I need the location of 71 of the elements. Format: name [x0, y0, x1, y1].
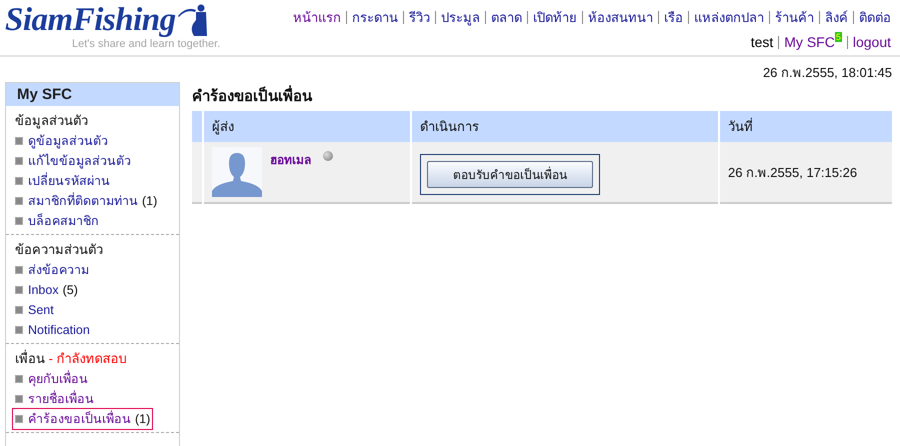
site-logo[interactable]: SiamFishing Let's share and learn together.: [5, 0, 220, 51]
nav-link[interactable]: แหล่งตกปลา: [688, 11, 764, 24]
item-count: (5): [62, 283, 78, 297]
sidebar-item[interactable]: เปลี่ยนรหัสผ่าน: [13, 171, 112, 191]
bullet-icon: [15, 217, 23, 225]
column-header: ดำเนินการ: [411, 111, 719, 142]
sidebar-item[interactable]: บล็อคสมาชิก: [13, 211, 101, 231]
current-datetime: 26 ก.พ.2555, 18:01:45: [762, 64, 892, 80]
logout-link[interactable]: logout: [846, 36, 891, 48]
bullet-icon: [15, 197, 23, 205]
sidebar-link[interactable]: ดูข้อมูลส่วนตัว: [28, 131, 108, 151]
username: test: [750, 34, 774, 50]
item-count: (1): [135, 412, 150, 426]
section-heading: เพื่อน: [15, 351, 45, 366]
accept-request-button[interactable]: ตอบรับคำขอเป็นเพื่อน: [427, 161, 593, 188]
bullet-icon: [15, 266, 23, 274]
sidebar-link[interactable]: Notification: [28, 323, 90, 337]
status-dot-icon: [323, 151, 333, 161]
nav-link[interactable]: หน้าแรก: [293, 7, 341, 28]
nav-link[interactable]: ประมูล: [435, 11, 480, 24]
item-count: (1): [142, 194, 158, 208]
nav-link[interactable]: ตลาด: [485, 11, 522, 24]
nav-link[interactable]: ลิงค์: [819, 11, 848, 24]
bullet-icon: [15, 306, 23, 314]
fisherman-icon: [176, 2, 210, 38]
page-title: คำร้องขอเป็นเพื่อน: [192, 84, 892, 108]
bullet-icon: [15, 157, 23, 165]
bullet-icon: [15, 415, 23, 423]
nav-link[interactable]: ห้องสนทนา: [582, 11, 653, 24]
sidebar-link[interactable]: Sent: [28, 303, 54, 317]
bullet-icon: [15, 395, 23, 403]
sidebar-title: My SFC: [6, 83, 179, 106]
sidebar-item[interactable]: สมาชิกที่ติดตามท่าน (1): [13, 191, 160, 211]
sidebar-item[interactable]: ส่งข้อความ: [13, 260, 91, 280]
nav-link[interactable]: เรือ: [658, 11, 683, 24]
section-note: - กำลังทดสอบ: [48, 351, 127, 366]
nav-link[interactable]: ติดต่อ: [853, 11, 891, 24]
nav-link[interactable]: ร้านค้า: [769, 11, 814, 24]
sidebar-item[interactable]: Inbox (5): [13, 280, 80, 300]
notification-badge: 5: [834, 32, 842, 42]
sidebar-item[interactable]: Notification: [13, 320, 92, 340]
column-header: วันที่: [719, 111, 892, 142]
bullet-icon: [15, 326, 23, 334]
bullet-icon: [15, 375, 23, 383]
nav-link[interactable]: กระดาน: [346, 11, 398, 24]
sidebar-item[interactable]: คุยกับเพื่อน: [13, 369, 90, 389]
sidebar-item[interactable]: รายชื่อเพื่อน: [13, 389, 96, 409]
logo-text: SiamFishing: [5, 2, 176, 38]
sidebar-link[interactable]: รายชื่อเพื่อน: [28, 389, 94, 409]
sidebar-link[interactable]: ส่งข้อความ: [28, 260, 89, 280]
logo-tagline: Let's share and learn together.: [72, 38, 220, 51]
bullet-icon: [15, 137, 23, 145]
sidebar-item[interactable]: คำร้องขอเป็นเพื่อน (1): [13, 409, 152, 429]
bullet-icon: [15, 177, 23, 185]
sidebar-link[interactable]: คำร้องขอเป็นเพื่อน: [28, 409, 131, 429]
sidebar-link[interactable]: Inbox: [28, 283, 59, 297]
sidebar-link[interactable]: เปลี่ยนรหัสผ่าน: [28, 171, 110, 191]
column-header: ผู้ส่ง: [203, 111, 411, 142]
section-heading: ข้อมูลส่วนตัว: [15, 113, 88, 128]
sidebar-link[interactable]: คุยกับเพื่อน: [28, 369, 88, 389]
nav-link[interactable]: รีวิว: [403, 11, 430, 24]
avatar-placeholder: [212, 147, 262, 197]
table-cell: 26 ก.พ.2555, 17:15:26: [728, 164, 858, 180]
sidebar-item[interactable]: ดูข้อมูลส่วนตัว: [13, 131, 110, 151]
sender-name-link[interactable]: ฮอทเมล: [270, 150, 311, 197]
sidebar-link[interactable]: บล็อคสมาชิก: [28, 211, 99, 231]
sidebar-item[interactable]: Sent: [13, 300, 56, 320]
section-heading: ข้อความส่วนตัว: [15, 242, 103, 257]
sidebar-link[interactable]: สมาชิกที่ติดตามท่าน: [28, 191, 138, 211]
bullet-icon: [15, 286, 23, 294]
nav-link[interactable]: เปิดท้าย: [527, 11, 577, 24]
